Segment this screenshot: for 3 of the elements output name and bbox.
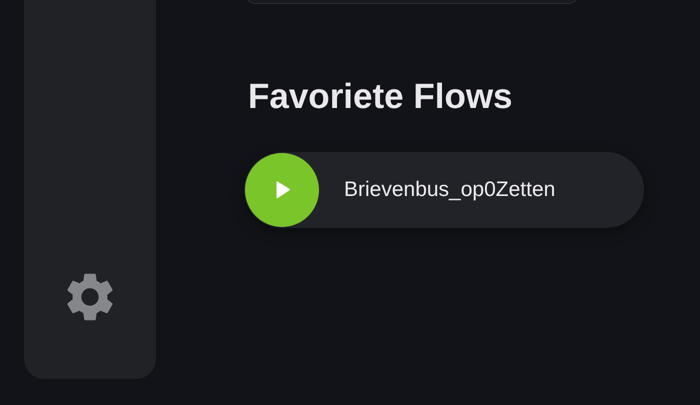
flow-name: Brievenbus_op0Zetten <box>344 178 556 202</box>
section-title: Favoriete Flows <box>248 76 514 118</box>
flow-card[interactable]: Brievenbus_op0Zetten <box>244 152 644 228</box>
